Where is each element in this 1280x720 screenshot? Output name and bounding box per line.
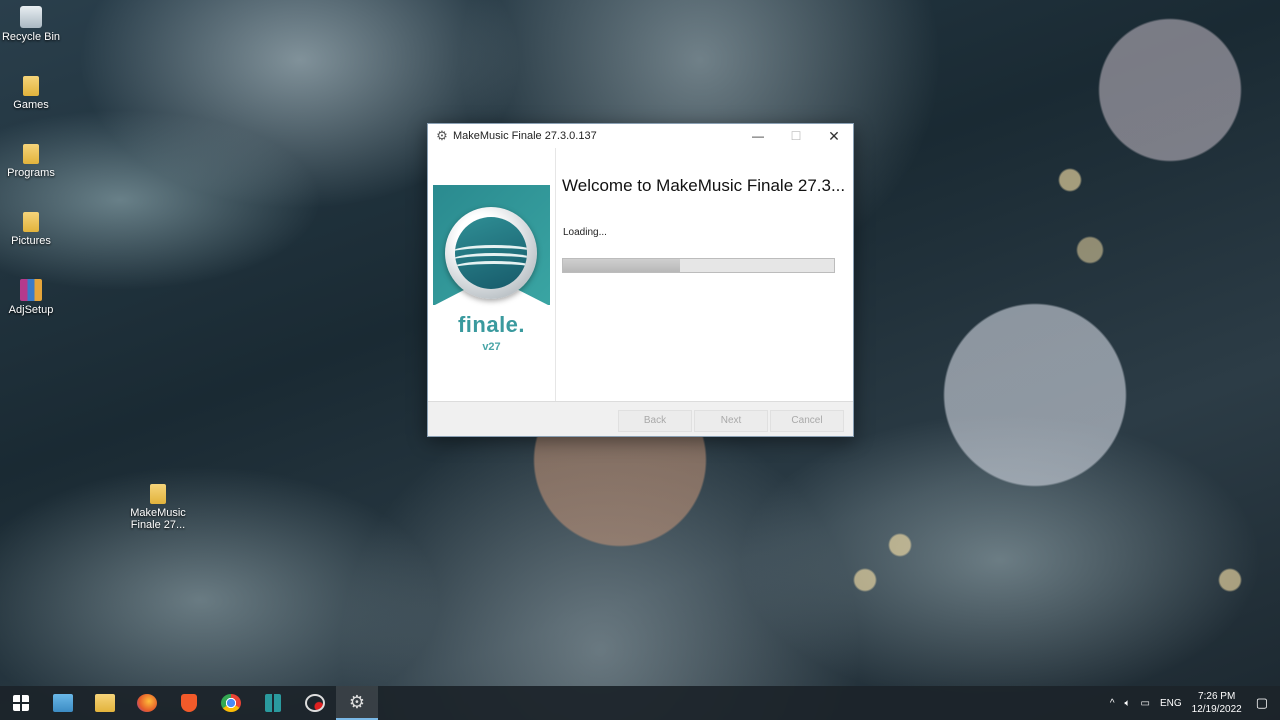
progress-bar: [562, 258, 835, 273]
installer-window: ⚙ MakeMusic Finale 27.3.0.137 — ☐ ✕ fina…: [427, 123, 854, 437]
maximize-button[interactable]: ☐: [777, 124, 815, 148]
title-bar[interactable]: ⚙ MakeMusic Finale 27.3.0.137 — ☐ ✕: [428, 124, 853, 148]
gear-icon: ⚙: [436, 128, 448, 143]
language-indicator[interactable]: ENG: [1160, 698, 1182, 709]
taskbar-app-teal[interactable]: [252, 686, 294, 720]
folder-icon: [150, 484, 166, 504]
screen-recorder-icon: [305, 694, 325, 712]
folder-icon: [23, 144, 39, 164]
installer-content: finale. v27 Welcome to MakeMusic Finale …: [428, 148, 853, 401]
desktop-icon-label: AdjSetup: [8, 304, 54, 316]
gear-icon: ⚙: [348, 692, 366, 712]
finale-banner: finale. v27: [433, 185, 550, 365]
close-button[interactable]: ✕: [815, 124, 853, 148]
desktop-icon-programs[interactable]: Programs: [0, 144, 67, 179]
windows-icon: [13, 695, 29, 711]
folder-icon: [23, 76, 39, 96]
desktop-icon-label: Games: [13, 99, 49, 111]
notification-icon[interactable]: ▢: [1256, 695, 1268, 711]
cancel-button[interactable]: Cancel: [770, 410, 844, 432]
speaker-icon[interactable]: 🔈︎: [1125, 698, 1131, 709]
taskbar-brave[interactable]: [168, 686, 210, 720]
network-icon[interactable]: ▭: [1141, 698, 1150, 709]
taskbar: ⚙ ^ 🔈︎ ▭ ENG 7:26 PM 12/19/2022 ▢: [0, 686, 1280, 720]
app-teal-icon: [265, 694, 281, 712]
clock[interactable]: 7:26 PM 12/19/2022: [1192, 690, 1242, 716]
folder-icon: [23, 212, 39, 232]
taskbar-chrome[interactable]: [210, 686, 252, 720]
clock-date: 12/19/2022: [1191, 704, 1242, 715]
system-tray: ^ 🔈︎ ▭ ENG 7:26 PM 12/19/2022 ▢: [1110, 686, 1280, 720]
winrar-icon: [20, 279, 42, 301]
desktop-icon-makemusic-finale[interactable]: MakeMusic Finale 27...: [122, 484, 194, 531]
desktop-icon-label: MakeMusic Finale 27...: [130, 507, 186, 531]
desktop-icon-recycle-bin[interactable]: Recycle Bin: [0, 6, 67, 43]
progress-fill: [563, 259, 680, 272]
desktop-icon-adjsetup[interactable]: AdjSetup: [0, 279, 67, 316]
taskbar-screen-recorder[interactable]: [294, 686, 336, 720]
desktop-icon-games[interactable]: Games: [0, 76, 67, 111]
welcome-heading: Welcome to MakeMusic Finale 27.3...: [562, 176, 846, 195]
start-button[interactable]: [0, 686, 42, 720]
status-text: Loading...: [563, 227, 607, 238]
divider: [555, 148, 556, 401]
back-button[interactable]: Back: [618, 410, 692, 432]
desktop-icon-label: Programs: [7, 167, 55, 179]
firefox-icon: [137, 694, 157, 712]
minimize-button[interactable]: —: [739, 124, 777, 148]
folder-icon: [95, 694, 115, 712]
next-button[interactable]: Next: [694, 410, 768, 432]
chrome-icon: [221, 694, 241, 712]
brand-name: finale.: [457, 312, 526, 337]
brave-icon: [181, 694, 197, 712]
desktop-icon-pictures[interactable]: Pictures: [0, 212, 67, 247]
brand-version: v27: [482, 341, 501, 353]
desktop-icon-label: Pictures: [11, 235, 51, 247]
taskbar-file-explorer[interactable]: [42, 686, 84, 720]
file-explorer-icon: [53, 694, 73, 712]
recycle-bin-icon: [20, 6, 42, 28]
footer-divider: [428, 401, 853, 402]
clock-time: 7:26 PM: [1198, 691, 1236, 702]
taskbar-settings[interactable]: ⚙: [336, 686, 378, 720]
taskbar-firefox[interactable]: [126, 686, 168, 720]
finale-logo-icon: [445, 207, 537, 299]
desktop-icon-label: Recycle Bin: [1, 31, 61, 43]
taskbar-folder[interactable]: [84, 686, 126, 720]
tray-chevron-icon[interactable]: ^: [1110, 698, 1115, 709]
window-title: MakeMusic Finale 27.3.0.137: [453, 130, 597, 142]
